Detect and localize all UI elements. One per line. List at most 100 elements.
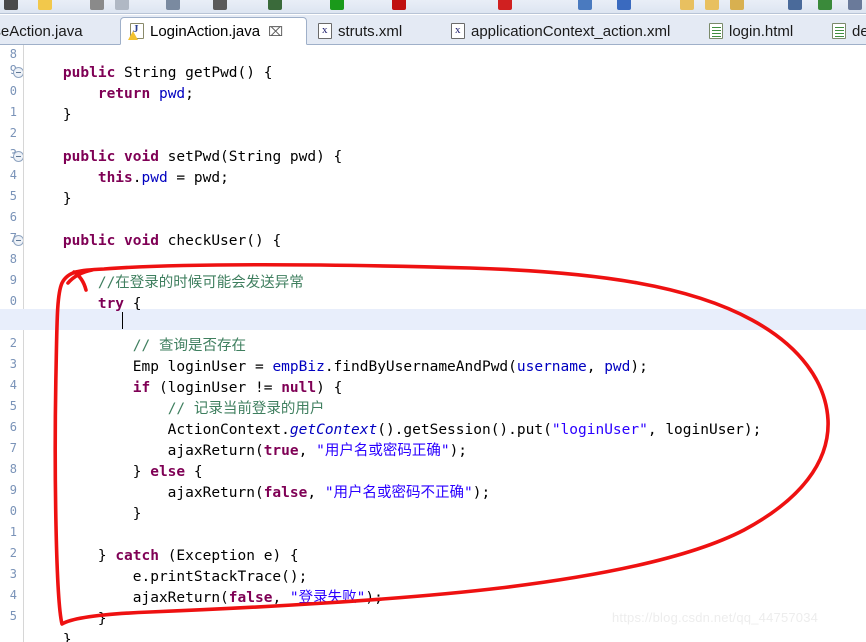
folder1-icon[interactable] xyxy=(680,0,694,10)
code-line[interactable]: this.pwd = pwd; xyxy=(28,168,229,189)
xml-file-icon xyxy=(318,23,332,39)
code-line[interactable]: } xyxy=(28,105,72,126)
code-line[interactable]: ajaxReturn(false, "登录失败"); xyxy=(28,588,383,609)
code-line[interactable]: try { xyxy=(28,294,142,315)
line-number: 5 xyxy=(9,609,17,623)
line-number: 0 xyxy=(9,84,17,98)
tab-label: dep xyxy=(852,22,866,40)
line-number: 9 xyxy=(9,273,17,287)
code-token-pln: setPwd(String pwd) { xyxy=(158,149,343,165)
code-token-pln: } xyxy=(28,548,116,564)
code-line[interactable]: } xyxy=(28,504,142,525)
line-number: 6 xyxy=(9,210,17,224)
search-icon[interactable] xyxy=(268,0,282,10)
tab-appcontext[interactable]: applicationContext_action.xml xyxy=(442,17,702,45)
terminate-icon[interactable] xyxy=(392,0,406,10)
deploy-icon[interactable] xyxy=(818,0,832,10)
code-line[interactable]: if (loginUser != null) { xyxy=(28,378,343,399)
run-green-icon[interactable] xyxy=(330,0,344,10)
code-token-pln xyxy=(28,275,98,291)
list-icon[interactable] xyxy=(848,0,862,10)
line-number: 2 xyxy=(9,336,17,350)
code-line[interactable]: ActionContext.getContext().getSession().… xyxy=(28,420,762,441)
pencil-icon[interactable] xyxy=(730,0,744,10)
code-line[interactable]: ajaxReturn(false, "用户名或密码不正确"); xyxy=(28,483,491,504)
tab-loginaction[interactable]: LoginAction.java ⌧ xyxy=(120,17,307,45)
code-token-fld: pwd xyxy=(604,359,631,375)
code-token-str: "用户名或密码不正确" xyxy=(324,485,473,501)
code-line[interactable]: public void setPwd(String pwd) { xyxy=(28,147,342,168)
open-folder-icon[interactable] xyxy=(38,0,52,10)
code-line[interactable]: } xyxy=(28,189,72,210)
run-icon[interactable] xyxy=(4,0,18,10)
code-editor[interactable]: 8901234567890123456789012345 public Stri… xyxy=(0,45,866,642)
code-line[interactable]: } xyxy=(28,609,107,630)
code-token-pln: } xyxy=(28,611,107,627)
save-icon[interactable] xyxy=(115,0,129,10)
code-token-kw: this xyxy=(97,170,133,186)
line-number: 4 xyxy=(9,168,17,182)
code-token-pln: checkUser() { xyxy=(158,233,282,249)
line-number: 2 xyxy=(9,126,17,140)
tab-close-icon[interactable]: ⌧ xyxy=(268,25,283,38)
globe-icon[interactable] xyxy=(578,0,592,10)
debug-icon[interactable] xyxy=(90,0,104,10)
pause-icon[interactable] xyxy=(213,0,227,10)
code-token-kw: public xyxy=(62,65,116,81)
code-line[interactable]: } catch (Exception e) { xyxy=(28,546,299,567)
line-number: 1 xyxy=(9,105,17,119)
csdn-watermark: https://blog.csdn.net/qq_44757034 xyxy=(612,610,819,625)
code-text-area[interactable]: public String getPwd() { return pwd; } p… xyxy=(0,45,866,642)
stop-red-icon[interactable] xyxy=(498,0,512,10)
code-token-pln xyxy=(28,149,63,165)
code-line[interactable]: public void checkUser() { xyxy=(28,231,281,252)
line-number: 8 xyxy=(9,47,17,61)
code-line[interactable]: } xyxy=(28,630,72,642)
code-token-pln: } xyxy=(28,464,151,480)
line-number: 4 xyxy=(9,588,17,602)
code-token-pln: } xyxy=(28,107,72,123)
code-line[interactable]: ajaxReturn(true, "用户名或密码正确"); xyxy=(28,441,467,462)
code-line[interactable]: // 查询是否存在 xyxy=(28,336,246,357)
line-number: 0 xyxy=(9,294,17,308)
code-line[interactable]: } else { xyxy=(28,462,203,483)
code-token-str: "登录失败" xyxy=(289,590,366,606)
print-icon[interactable] xyxy=(166,0,180,10)
code-token-pln: . xyxy=(132,170,142,186)
code-token-pln xyxy=(28,170,98,186)
code-token-pln: , xyxy=(272,590,290,606)
text-caret xyxy=(122,312,123,329)
code-token-pln: ajaxReturn( xyxy=(28,485,264,501)
refresh-icon[interactable] xyxy=(617,0,631,10)
code-token-pln: = pwd; xyxy=(167,170,229,186)
tab-struts[interactable]: struts.xml xyxy=(309,17,444,45)
code-line[interactable]: public String getPwd() { xyxy=(28,63,273,84)
editor-gutter[interactable]: 8901234567890123456789012345 xyxy=(0,45,24,642)
line-number: 4 xyxy=(9,378,17,392)
code-token-kw: public void xyxy=(62,149,159,165)
line-number: 3 xyxy=(9,567,17,581)
line-number: 6 xyxy=(9,420,17,434)
code-line[interactable]: //在登录的时候可能会发送异常 xyxy=(28,273,304,294)
code-line[interactable]: // 记录当前登录的用户 xyxy=(28,399,325,420)
tab-loginhtml[interactable]: login.html xyxy=(700,17,825,45)
code-line[interactable]: return pwd; xyxy=(28,84,194,105)
code-token-pln xyxy=(28,65,63,81)
line-number: 2 xyxy=(9,546,17,560)
code-token-pln xyxy=(28,233,63,249)
code-token-pln: e.printStackTrace(); xyxy=(28,569,308,585)
code-token-pln: { xyxy=(185,464,203,480)
tab-baseaction[interactable]: BaseAction.java xyxy=(0,17,116,45)
tab-dep[interactable]: dep xyxy=(823,17,866,45)
folder2-icon[interactable] xyxy=(705,0,719,10)
code-line[interactable]: Emp loginUser = empBiz.findByUsernameAnd… xyxy=(28,357,648,378)
globe2-icon[interactable] xyxy=(788,0,802,10)
code-token-pln: (loginUser != xyxy=(150,380,282,396)
line-number: 9 xyxy=(9,483,17,497)
code-token-pln: ajaxReturn( xyxy=(28,590,229,606)
line-number: 5 xyxy=(9,399,17,413)
code-token-pln: ); xyxy=(365,590,383,606)
code-line[interactable]: e.printStackTrace(); xyxy=(28,567,308,588)
line-number: 7 xyxy=(9,441,17,455)
code-token-pln: ); xyxy=(630,359,648,375)
